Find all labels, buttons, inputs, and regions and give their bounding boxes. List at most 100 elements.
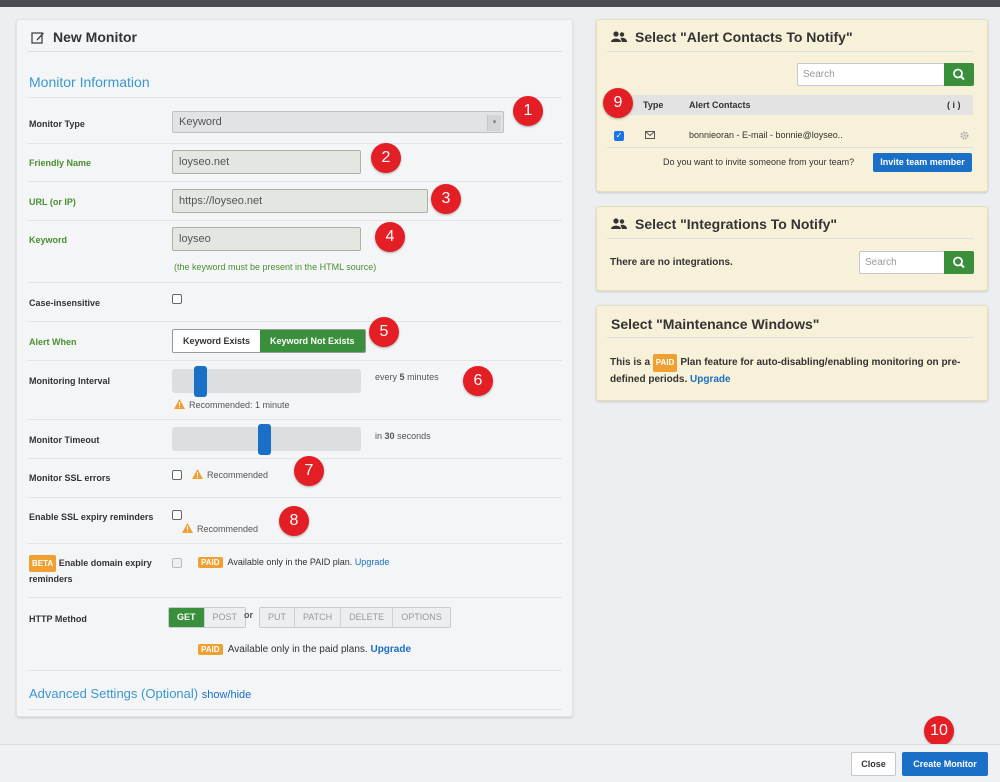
step-badge-5: 5 [369, 317, 399, 347]
divider [27, 419, 562, 420]
ssl-expiry-checkbox[interactable] [172, 510, 182, 520]
get-method-button[interactable]: GET [169, 608, 205, 627]
domain-expiry-label-text2: reminders [29, 574, 73, 584]
warning-icon [174, 399, 185, 409]
interval-label: Monitoring Interval [29, 376, 110, 386]
interval-value: 5 [399, 372, 405, 382]
divider [27, 51, 562, 52]
invite-team-member-button[interactable]: Invite team member [873, 153, 972, 172]
email-icon [645, 131, 655, 139]
close-button[interactable]: Close [851, 752, 896, 776]
maintenance-text: This is a PAID Plan feature for auto-disa… [610, 354, 975, 388]
divider [27, 181, 562, 182]
divider [27, 282, 562, 283]
keyword-not-exists-option[interactable]: Keyword Not Exists [260, 330, 365, 352]
interval-slider-handle[interactable] [194, 366, 207, 397]
ssl-errors-label: Monitor SSL errors [29, 473, 111, 483]
timeout-slider-handle[interactable] [258, 424, 271, 455]
integrations-search-input[interactable]: Search [859, 251, 945, 274]
timeout-slider[interactable] [172, 424, 361, 455]
col-info: ( i ) [947, 100, 961, 110]
chevron-down-icon: ▾ [487, 115, 501, 131]
http-method-group-b: PUT PATCH DELETE OPTIONS [259, 607, 451, 628]
divider [27, 97, 562, 98]
alert-when-label: Alert When [29, 337, 77, 347]
interval-recommended: Recommended: 1 minute [174, 399, 290, 410]
paid-badge: PAID [198, 644, 223, 655]
step-badge-8: 8 [279, 506, 309, 536]
create-monitor-button[interactable]: Create Monitor [902, 752, 988, 776]
upgrade-link[interactable]: Upgrade [690, 374, 731, 385]
options-method-button[interactable]: OPTIONS [393, 608, 450, 627]
divider [607, 147, 973, 148]
upgrade-link[interactable]: Upgrade [370, 644, 411, 655]
gear-icon[interactable] [960, 131, 969, 140]
new-monitor-panel: New Monitor Monitor Information Monitor … [16, 19, 573, 717]
url-input[interactable]: https://loyseo.net [172, 189, 428, 213]
section-title: Monitor Information [29, 74, 150, 90]
post-method-button[interactable]: POST [204, 608, 246, 627]
invite-text: Do you want to invite someone from your … [663, 157, 855, 167]
keyword-input[interactable]: loyseo [172, 227, 361, 251]
timeout-suffix: seconds [397, 431, 431, 441]
ssl-errors-checkbox[interactable] [172, 470, 182, 480]
alert-contacts-search-input[interactable]: Search [797, 63, 945, 86]
step-badge-9: 9 [603, 88, 633, 118]
patch-method-button[interactable]: PATCH [295, 608, 342, 627]
keyword-label: Keyword [29, 235, 68, 245]
interval-prefix: every [375, 372, 398, 382]
ssl-errors-recommended: Recommended [192, 469, 268, 480]
divider [27, 220, 562, 221]
search-icon [953, 68, 965, 81]
maintenance-panel: Select "Maintenance Windows" This is a P… [596, 305, 988, 401]
friendly-name-input[interactable]: loyseo.net [172, 150, 361, 174]
or-text: or [244, 610, 253, 620]
ssl-expiry-recommended: Recommended [182, 523, 258, 534]
ssl-expiry-recommended-text: Recommended [197, 524, 259, 534]
modal-footer [0, 744, 1000, 782]
domain-expiry-label: BETA Enable domain expiry reminders [29, 555, 152, 587]
warning-icon [192, 469, 203, 479]
http-method-notice-text: Available only in the paid plans. [227, 644, 368, 655]
divider [607, 337, 973, 338]
divider [607, 238, 973, 239]
divider [27, 360, 562, 361]
monitor-type-value: Keyword [179, 116, 222, 128]
alert-contacts-search-button[interactable] [944, 63, 974, 86]
advanced-settings-title: Advanced Settings (Optional) [29, 686, 199, 701]
no-integrations-text: There are no integrations. [610, 257, 733, 268]
maintenance-title: Select "Maintenance Windows" [611, 316, 820, 332]
divider [27, 458, 562, 459]
put-method-button[interactable]: PUT [260, 608, 295, 627]
ssl-errors-recommended-text: Recommended [207, 470, 269, 480]
advanced-settings-header: Advanced Settings (Optional) show/hide [29, 686, 251, 701]
users-icon [611, 31, 627, 42]
keyword-exists-option[interactable]: Keyword Exists [173, 330, 261, 352]
divider [27, 497, 562, 498]
step-badge-2: 2 [371, 143, 401, 173]
integrations-search-button[interactable] [944, 251, 974, 274]
domain-expiry-checkbox[interactable] [172, 558, 182, 568]
interval-slider[interactable] [172, 366, 361, 397]
users-icon [611, 218, 627, 229]
case-insensitive-checkbox[interactable] [172, 294, 182, 304]
http-method-group-a: GET POST [168, 607, 247, 628]
timeout-value: 30 [384, 431, 395, 441]
delete-method-button[interactable]: DELETE [341, 608, 394, 627]
top-bar [0, 0, 1000, 7]
upgrade-link[interactable]: Upgrade [355, 557, 390, 567]
monitor-type-select[interactable]: Keyword ▾ [172, 111, 504, 133]
contact-checkbox[interactable]: ✓ [614, 131, 624, 141]
divider [27, 143, 562, 144]
divider [607, 51, 973, 52]
maintenance-text-a: This is a [610, 357, 651, 368]
divider [27, 670, 562, 671]
modal: New Monitor Monitor Information Monitor … [0, 7, 1000, 782]
show-hide-link[interactable]: show/hide [202, 689, 252, 701]
paid-badge: PAID [198, 557, 223, 568]
alert-contacts-table-header: Type Alert Contacts ( i ) [607, 95, 973, 115]
integrations-header: Select "Integrations To Notify" [611, 216, 837, 232]
friendly-name-label: Friendly Name [29, 158, 92, 168]
timeout-prefix: in [375, 431, 383, 441]
interval-suffix: minutes [407, 372, 439, 382]
